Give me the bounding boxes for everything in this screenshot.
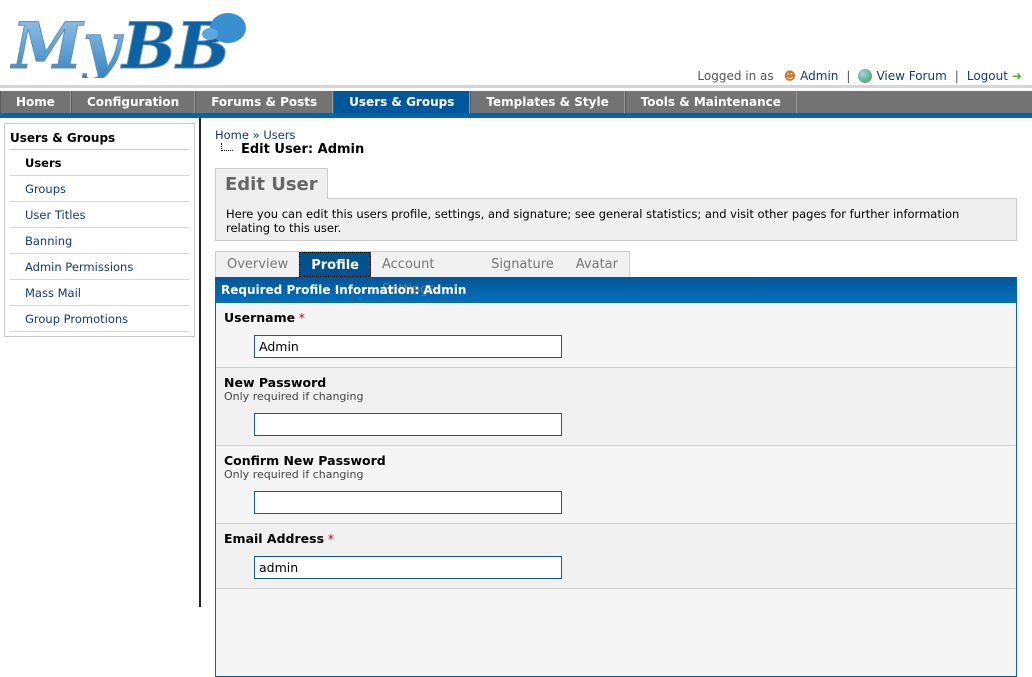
separator: | [846, 69, 851, 83]
nav-forums-posts[interactable]: Forums & Posts [195, 91, 334, 113]
nav-templates-style[interactable]: Templates & Style [470, 91, 625, 113]
confirm-password-label: Confirm New Password [224, 453, 386, 468]
nav-home[interactable]: Home [0, 91, 71, 113]
logout-link[interactable]: Logout [967, 69, 1008, 83]
breadcrumb-home[interactable]: Home [215, 128, 249, 142]
mybb-logo[interactable]: My BB [10, 6, 250, 78]
sidebar-title: Users & Groups [10, 126, 189, 150]
breadcrumb: Home » Users [215, 128, 1017, 142]
form-header: Required Profile Information: Admin [216, 277, 1016, 303]
confirm-password-row: Confirm New Password Only required if ch… [216, 446, 1016, 524]
logged-in-label: Logged in as [697, 69, 774, 83]
sidebar-item-user-titles[interactable]: User Titles [10, 202, 189, 228]
breadcrumb-current-label: Edit User: Admin [241, 142, 365, 157]
arrow-right-icon: ➜ [1011, 69, 1022, 83]
email-input[interactable] [254, 556, 562, 579]
confirm-password-input[interactable] [254, 491, 562, 514]
new-password-hint: Only required if changing [224, 390, 364, 403]
required-mark: * [298, 311, 305, 325]
sidebar: Users & Groups Users Groups User Titles … [0, 118, 201, 607]
breadcrumb-sep: » [252, 128, 260, 142]
breadcrumb-users[interactable]: Users [263, 128, 295, 142]
sidebar-item-mass-mail[interactable]: Mass Mail [10, 280, 189, 306]
admin-user-link[interactable]: Admin [800, 69, 838, 83]
tabs: Overview Profile Account Settings Signat… [215, 251, 630, 297]
new-password-input[interactable] [254, 413, 562, 436]
required-mark: * [327, 532, 334, 546]
username-input[interactable] [254, 335, 562, 358]
main-nav: Home Configuration Forums & Posts Users … [0, 91, 1032, 113]
sidebar-menu: Users & Groups Users Groups User Titles … [4, 123, 195, 337]
nav-tools-maintenance[interactable]: Tools & Maintenance [624, 91, 797, 113]
nav-users-groups[interactable]: Users & Groups [333, 91, 471, 113]
confirm-password-hint: Only required if changing [224, 468, 364, 481]
tab-account-settings[interactable]: Account Settings [371, 252, 480, 297]
header: My BB Logged in as ☻ Admin | View Forum … [0, 0, 1032, 88]
user-bar: Logged in as ☻ Admin | View Forum | Logo… [697, 69, 1022, 83]
globe-icon [858, 69, 873, 83]
svg-text:My: My [10, 9, 124, 78]
tab-avatar[interactable]: Avatar [565, 252, 629, 277]
sidebar-item-admin-permissions[interactable]: Admin Permissions [10, 254, 189, 280]
profile-form: Required Profile Information: Admin User… [215, 277, 1017, 677]
username-label: Username [224, 310, 296, 325]
sidebar-item-users[interactable]: Users [10, 150, 189, 176]
separator: | [954, 69, 959, 83]
page-title: Edit User [215, 168, 328, 199]
page-description: Here you can edit this users profile, se… [215, 198, 1017, 241]
email-row: Email Address * [216, 524, 1016, 589]
username-row: Username * [216, 303, 1016, 368]
tab-signature[interactable]: Signature [480, 252, 565, 277]
sidebar-item-banning[interactable]: Banning [10, 228, 189, 254]
user-icon: ☻ [783, 69, 797, 83]
view-forum-link[interactable]: View Forum [876, 69, 946, 83]
tree-connector [221, 142, 233, 151]
main-content: Home » Users Edit User: Admin Edit User … [215, 118, 1017, 677]
new-password-label: New Password [224, 375, 327, 390]
email-label: Email Address [224, 531, 325, 546]
tab-overview[interactable]: Overview [216, 252, 299, 277]
new-password-row: New Password Only required if changing [216, 368, 1016, 446]
sidebar-item-groups[interactable]: Groups [10, 176, 189, 202]
tab-profile[interactable]: Profile [299, 252, 371, 277]
nav-configuration[interactable]: Configuration [70, 91, 196, 113]
breadcrumb-current: Edit User: Admin [221, 142, 1017, 157]
sidebar-item-group-promotions[interactable]: Group Promotions [10, 306, 189, 332]
